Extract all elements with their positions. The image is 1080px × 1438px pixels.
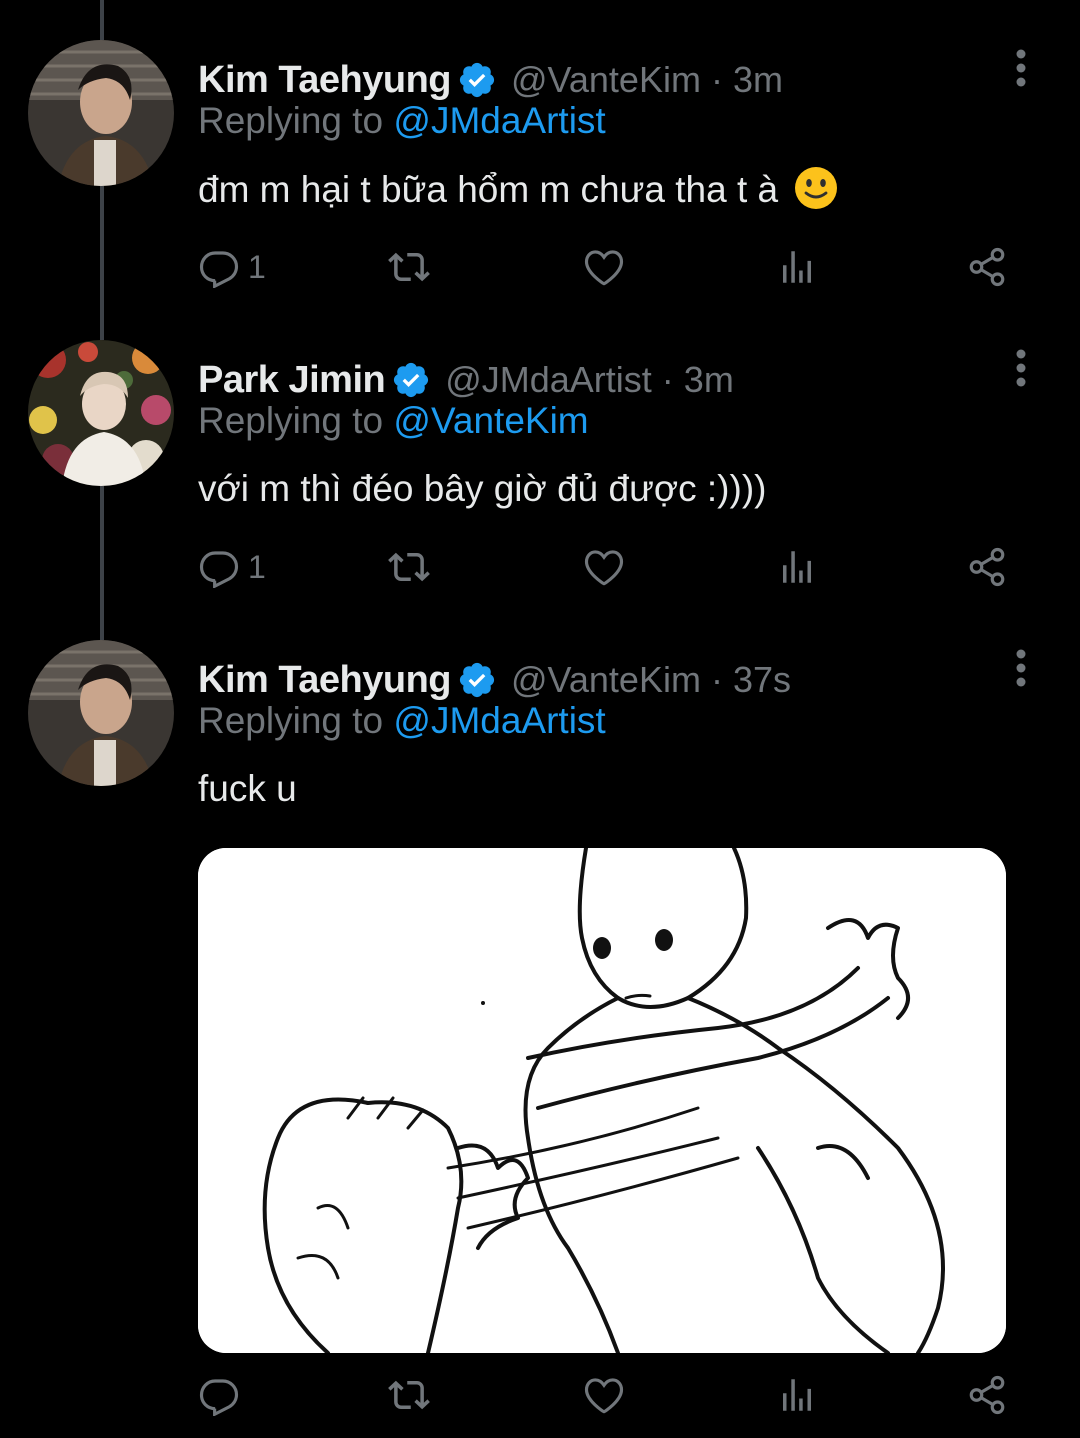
tweet-actions <box>198 1374 1018 1424</box>
retweet-button[interactable] <box>388 246 430 288</box>
reply-icon <box>199 251 239 288</box>
tweet[interactable]: Park Jimin @JMdaArtist · 3m Replying to … <box>0 340 1080 630</box>
mention-link[interactable]: @VanteKim <box>393 400 588 441</box>
retweet-button[interactable] <box>388 1374 430 1416</box>
retweet-icon <box>388 252 430 282</box>
like-icon <box>584 1378 624 1414</box>
handle[interactable]: @JMdaArtist <box>445 359 652 401</box>
cartoon-slap-image <box>198 848 1006 1353</box>
views-icon <box>783 1379 811 1411</box>
verified-badge-icon <box>394 362 429 398</box>
reply-button[interactable] <box>198 1374 240 1416</box>
avatar[interactable] <box>28 40 174 186</box>
avatar[interactable] <box>28 640 174 786</box>
replying-to: Replying to @JMdaArtist <box>198 100 606 142</box>
verified-badge-icon <box>459 62 495 98</box>
reply-button[interactable]: 1 <box>198 246 266 288</box>
timestamp[interactable]: 3m <box>684 359 734 401</box>
views-button[interactable] <box>776 1374 818 1416</box>
tweet[interactable]: Kim Taehyung @VanteKim · 37s Replying to… <box>0 640 1080 1438</box>
tweet[interactable]: Kim Taehyung @VanteKim · 3m Replying to … <box>0 40 1080 330</box>
tweet-actions: 1 <box>198 246 1018 296</box>
replying-prefix: Replying to <box>198 100 384 141</box>
tweet-text-content: đm m hại t bữa hổm m chưa tha t à <box>198 169 779 210</box>
mention-link[interactable]: @JMdaArtist <box>393 100 605 141</box>
separator: · <box>710 659 723 700</box>
retweet-button[interactable] <box>388 546 430 588</box>
replying-prefix: Replying to <box>198 700 384 741</box>
timestamp[interactable]: 37s <box>733 659 791 701</box>
display-name[interactable]: Kim Taehyung <box>198 59 452 102</box>
views-icon <box>783 551 811 583</box>
reply-count: 1 <box>248 548 266 585</box>
reply-icon <box>199 1379 239 1416</box>
more-icon[interactable] <box>1004 648 1038 688</box>
avatar-image <box>28 40 174 186</box>
verified-badge-icon <box>459 662 495 698</box>
reply-icon <box>199 551 239 588</box>
timestamp[interactable]: 3m <box>733 59 783 101</box>
reply-count: 1 <box>248 248 266 285</box>
display-name[interactable]: Park Jimin <box>198 359 386 402</box>
more-icon[interactable] <box>1004 348 1038 388</box>
like-button[interactable] <box>583 246 625 288</box>
share-button[interactable] <box>966 546 1008 588</box>
views-icon <box>783 251 811 283</box>
share-button[interactable] <box>966 246 1008 288</box>
share-icon <box>969 547 1005 587</box>
more-icon[interactable] <box>1004 48 1038 88</box>
retweet-icon <box>388 1380 430 1410</box>
replying-prefix: Replying to <box>198 400 384 441</box>
share-icon <box>969 247 1005 287</box>
slightly-smiling-face-icon <box>795 167 838 209</box>
replying-to: Replying to @VanteKim <box>198 400 589 442</box>
mention-link[interactable]: @JMdaArtist <box>393 700 605 741</box>
reply-button[interactable]: 1 <box>198 546 266 588</box>
views-button[interactable] <box>776 546 818 588</box>
like-icon <box>584 550 624 586</box>
views-button[interactable] <box>776 246 818 288</box>
avatar-image <box>28 640 174 786</box>
share-icon <box>969 1375 1005 1415</box>
like-icon <box>584 250 624 286</box>
handle[interactable]: @VanteKim <box>511 659 701 701</box>
handle[interactable]: @VanteKim <box>511 59 701 101</box>
like-button[interactable] <box>583 546 625 588</box>
thread-line-top <box>100 0 104 40</box>
separator: · <box>661 359 674 400</box>
tweet-text: đm m hại t bữa hổm m chưa tha t à <box>198 166 838 211</box>
avatar-image <box>28 340 174 486</box>
tweet-text: fuck u <box>198 768 297 809</box>
like-button[interactable] <box>583 1374 625 1416</box>
tweet-actions: 1 <box>198 546 1018 596</box>
share-button[interactable] <box>966 1374 1008 1416</box>
avatar[interactable] <box>28 340 174 486</box>
separator: · <box>710 59 723 100</box>
tweet-media-image[interactable] <box>198 848 1006 1353</box>
retweet-icon <box>388 552 430 582</box>
tweet-text: với m thì đéo bây giờ đủ được :)))) <box>198 468 767 509</box>
display-name[interactable]: Kim Taehyung <box>198 659 452 702</box>
replying-to: Replying to @JMdaArtist <box>198 700 606 742</box>
